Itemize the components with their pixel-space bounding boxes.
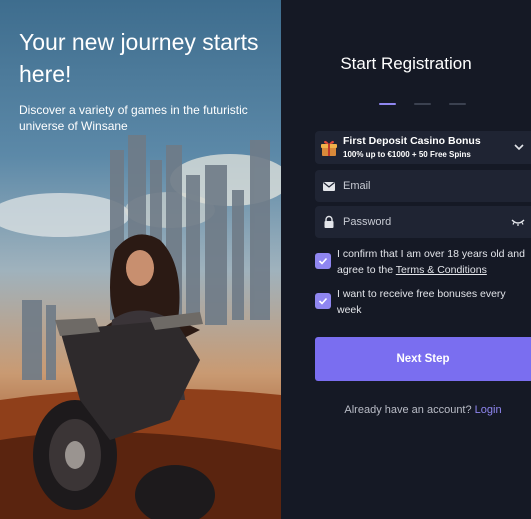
bonus-subtitle: 100% up to €1000 + 50 Free Spins xyxy=(343,150,471,159)
step-1-indicator xyxy=(379,103,396,105)
registration-panel: Start Registration First Deposit Casino … xyxy=(281,0,531,519)
checkmark-icon xyxy=(318,297,328,305)
hero-title: Your new journey starts here! xyxy=(19,29,259,87)
next-step-button[interactable]: Next Step xyxy=(315,337,531,381)
hero-subtitle: Discover a variety of games in the futur… xyxy=(19,103,248,133)
hero-banner: Your new journey starts here! Discover a… xyxy=(0,0,281,519)
password-input[interactable] xyxy=(343,206,493,238)
bonus-optin-label: I want to receive free bonuses every wee… xyxy=(337,288,506,316)
checkmark-icon xyxy=(318,257,328,265)
bonus-optin-checkbox-row: I want to receive free bonuses every wee… xyxy=(315,287,527,318)
step-indicator xyxy=(379,103,466,105)
age-terms-label: I confirm that I am over 18 years old an… xyxy=(337,247,527,278)
bonus-select[interactable]: First Deposit Casino Bonus 100% up to €1… xyxy=(315,131,531,164)
page-title: Start Registration xyxy=(340,54,472,73)
terms-link[interactable]: Terms & Conditions xyxy=(396,264,487,276)
bonus-title: First Deposit Casino Bonus xyxy=(343,135,481,147)
email-field-wrapper xyxy=(315,170,531,202)
age-terms-checkbox[interactable] xyxy=(315,253,331,269)
chevron-down-icon[interactable] xyxy=(513,142,525,152)
email-input[interactable] xyxy=(343,170,493,202)
step-3-indicator xyxy=(449,103,466,105)
step-2-indicator xyxy=(414,103,431,105)
bonus-optin-checkbox[interactable] xyxy=(315,293,331,309)
mail-icon xyxy=(323,182,335,191)
password-field-wrapper xyxy=(315,206,531,238)
lock-icon xyxy=(324,215,334,228)
gift-icon xyxy=(321,140,337,156)
login-link[interactable]: Login xyxy=(475,404,502,416)
eye-closed-icon[interactable] xyxy=(511,217,525,227)
login-prompt: Already have an account? Login xyxy=(315,404,531,416)
registration-screen: Your new journey starts here! Discover a… xyxy=(0,0,531,519)
age-terms-checkbox-row: I confirm that I am over 18 years old an… xyxy=(315,247,527,278)
have-account-text: Already have an account? xyxy=(344,404,472,416)
